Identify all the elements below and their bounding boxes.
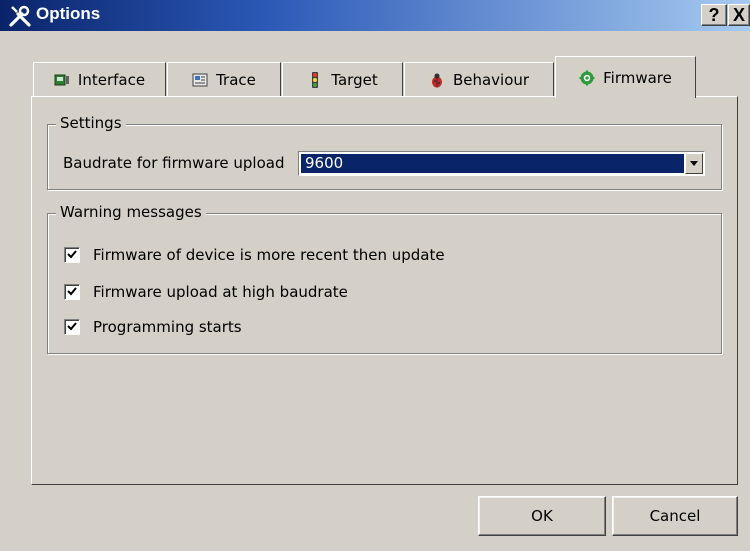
checkbox-programming-starts[interactable] [64,319,80,335]
tab-label: Behaviour [452,70,530,89]
tab-trace[interactable]: Trace [167,62,281,96]
baudrate-label: Baudrate for firmware upload [63,154,285,172]
tab-label: Firmware [603,68,672,87]
tab-label: Trace [216,70,256,89]
tab-target[interactable]: Target [282,62,403,96]
tab-label: Target [331,70,378,89]
checkmark-icon [67,287,77,296]
gear-icon [579,70,595,86]
trace-icon [192,72,208,88]
baudrate-select[interactable]: 9600 [298,151,705,176]
traffic-light-icon [307,71,323,88]
help-button[interactable]: ? [701,4,727,26]
tab-interface[interactable]: Interface [33,62,166,96]
ladybug-icon [429,72,445,88]
cancel-button[interactable]: Cancel [612,496,738,536]
checkbox-high-baudrate[interactable] [64,284,80,300]
tab-behaviour[interactable]: Behaviour [404,62,554,96]
chevron-down-icon [690,161,698,166]
warning-group-title: Warning messages [56,203,206,221]
tab-label: Interface [77,70,146,89]
tools-icon [8,4,32,28]
checkmark-icon [67,322,77,331]
checkbox-label: Firmware upload at high baudrate [93,283,348,301]
checkbox-label: Programming starts [93,318,242,336]
checkbox-recent-firmware[interactable] [64,247,80,263]
tab-firmware[interactable]: Firmware [555,56,696,98]
warning-high-baudrate-row[interactable]: Firmware upload at high baudrate [64,282,348,302]
warning-recent-firmware-row[interactable]: Firmware of device is more recent then u… [64,245,445,265]
checkbox-label: Firmware of device is more recent then u… [93,246,445,264]
dropdown-arrow-button[interactable] [685,153,703,174]
interface-icon [54,72,70,88]
settings-group-title: Settings [56,114,126,132]
ok-button[interactable]: OK [478,496,606,536]
baudrate-value: 9600 [301,154,684,173]
options-dialog: Options ? X Interface Trace Target Behav… [0,0,750,551]
warning-programming-starts-row[interactable]: Programming starts [64,317,242,337]
checkmark-icon [67,250,77,259]
title-bar[interactable]: Options ? X [0,0,750,31]
window-title: Options [36,4,101,23]
close-button[interactable]: X [728,4,750,26]
